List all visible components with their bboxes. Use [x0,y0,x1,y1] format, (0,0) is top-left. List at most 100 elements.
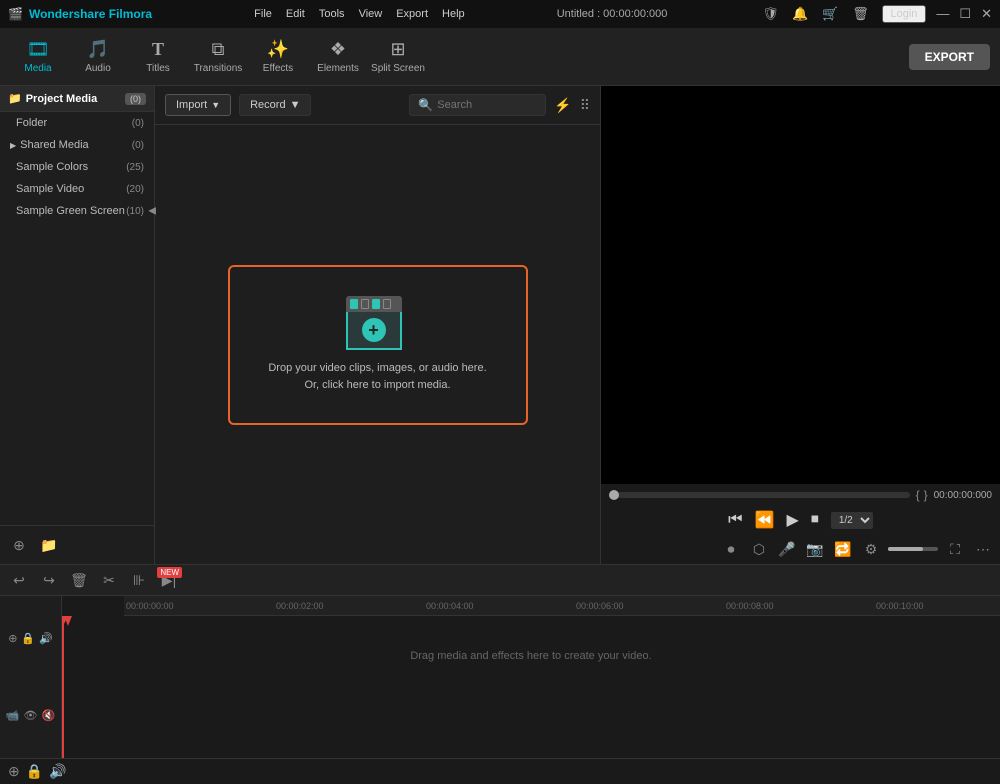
video-track-icon[interactable]: 📹 [6,709,20,722]
shared-media-label: ▶ Shared Media [10,139,89,151]
toolbar: 🎞 Media 🎵 Audio T Titles ⧉ Transitions ✨… [0,28,1000,86]
title-bar: 🎬 Wondershare Filmora File Edit Tools Vi… [0,0,1000,28]
media-icon: 🎞 [27,39,50,60]
tool-transitions-label: Transitions [194,63,243,74]
window-controls: — ☐ ✕ [936,6,992,22]
timeline-toolbar: ↩ ↪ 🗑 ✂ ⊪ ▶| NEW [0,565,1000,596]
clapperboard-icon: + [346,296,410,348]
tool-transitions[interactable]: ⧉ Transitions [190,32,246,82]
main-area: 📁 Project Media (0) Folder (0) ▶ Shared … [0,86,1000,564]
menu-file[interactable]: File [254,8,272,20]
maximize-button[interactable]: ☐ [959,6,971,22]
playback-controls: ⏮ ⏪ ▶ ⏹ 1/2 1 2 [601,506,1000,534]
volume-fill [888,547,923,551]
redo-button[interactable]: ↪ [38,569,60,591]
sidebar-item-shared-media[interactable]: ▶ Shared Media (0) [0,134,154,156]
chevron-right-icon: ▶ [10,141,16,150]
cut-button[interactable]: ✂ [98,569,120,591]
in-point-button[interactable]: { [916,488,920,502]
play-button[interactable]: ▶ [787,510,799,530]
login-button[interactable]: Login [882,5,927,23]
preview-panel: { } 00:00:00:000 ⏮ ⏪ ▶ ⏹ 1/2 1 2 ⏺ ⬡ 🎤 📷… [600,86,1000,564]
effects-icon: ✨ [267,39,289,60]
split-screen-icon: ⊞ [390,39,405,60]
out-point-button[interactable]: } [924,488,928,502]
snapshot-icon[interactable]: 📷 [804,538,826,560]
audio-track-icon[interactable]: 🔊 [39,632,53,645]
progress-handle[interactable] [609,490,619,500]
more-options-icon[interactable]: ⋯ [972,538,994,560]
split-button[interactable]: ⊪ [128,569,150,591]
header-icons: 🛡 🔔 🛒 🗑 [760,3,872,25]
search-input[interactable] [437,99,537,111]
menu-edit[interactable]: Edit [286,8,305,20]
sidebar-item-folder[interactable]: Folder (0) [0,112,154,134]
effects-btn[interactable]: ▶| NEW [158,569,180,591]
track-area: Drag media and effects here to create yo… [62,616,1000,758]
ruler-mark-4: 00:00:08:00 [726,601,774,611]
progress-bar[interactable] [609,492,910,498]
eye-track-icon[interactable]: 👁 [24,709,38,722]
speed-selector[interactable]: 1/2 1 2 [831,512,873,529]
tool-titles-label: Titles [146,63,170,74]
skip-back-button[interactable]: ⏮ [728,511,742,529]
import-folder-icon[interactable]: 📁 [38,534,60,556]
audio-mixer-button[interactable]: 🔊 [49,763,66,780]
settings-icon[interactable]: ⚙ [860,538,882,560]
notification-icon[interactable]: 🔔 [790,3,812,25]
folder-count: (0) [132,118,144,129]
time-markers: { } [916,488,928,502]
lock-track-icon[interactable]: 🔒 [21,632,35,645]
menu-view[interactable]: View [359,8,383,20]
sample-green-screen-count: (10) [126,206,144,217]
close-button[interactable]: ✕ [981,6,992,22]
tool-effects[interactable]: ✨ Effects [250,32,306,82]
undo-button[interactable]: ↩ [8,569,30,591]
tool-elements-label: Elements [317,63,359,74]
clapper-stripe-1 [350,299,358,309]
add-video-track-button[interactable]: ⊕ [8,763,20,780]
filter-icon[interactable]: ⚡ [554,97,571,114]
mic-icon[interactable]: 🎤 [776,538,798,560]
frame-back-button[interactable]: ⏪ [755,510,775,530]
tool-split-screen[interactable]: ⊞ Split Screen [370,32,426,82]
mute-track-icon[interactable]: 🔇 [41,709,55,722]
minimize-button[interactable]: — [936,6,949,22]
menu-export[interactable]: Export [396,8,428,20]
tool-media[interactable]: 🎞 Media [10,32,66,82]
tool-titles[interactable]: T Titles [130,32,186,82]
delete-button[interactable]: 🗑 [68,569,90,591]
import-button[interactable]: Import ▼ [165,94,231,116]
tool-elements[interactable]: ❖ Elements [310,32,366,82]
add-folder-icon[interactable]: ⊕ [8,534,30,556]
cart-icon[interactable]: 🛒 [820,3,842,25]
trash-icon[interactable]: 🗑 [850,3,872,25]
track-controls: ⊕ 🔒 🔊 📹 👁 🔇 [0,596,62,758]
add-media-icon: + [362,318,386,342]
crop-icon[interactable]: ⬡ [748,538,770,560]
menu-help[interactable]: Help [442,8,465,20]
drop-zone-inner[interactable]: + Drop your video clips, images, or audi… [228,265,528,425]
sidebar-item-sample-green-screen[interactable]: Sample Green Screen (10) ◀ [0,200,154,222]
clapper-stripe-3 [372,299,380,309]
sidebar-item-sample-video[interactable]: Sample Video (20) [0,178,154,200]
record-ctrl-icon[interactable]: ⏺ [720,538,742,560]
fullscreen-icon[interactable]: ⛶ [944,538,966,560]
transitions-icon: ⧉ [212,39,225,60]
export-button[interactable]: EXPORT [909,44,990,70]
playhead [62,616,64,758]
sidebar-item-sample-colors[interactable]: Sample Colors (25) [0,156,154,178]
loop-icon[interactable]: 🔁 [832,538,854,560]
menu-tools[interactable]: Tools [319,8,345,20]
add-track-icon[interactable]: ⊕ [8,632,17,645]
grid-icon[interactable]: ⠿ [580,97,590,114]
volume-slider[interactable] [888,547,938,551]
shield-icon[interactable]: 🛡 [760,3,782,25]
drop-zone[interactable]: + Drop your video clips, images, or audi… [171,141,584,548]
project-media-label: Project Media [26,93,98,105]
tool-audio[interactable]: 🎵 Audio [70,32,126,82]
tool-media-label: Media [24,63,51,74]
stop-button[interactable]: ⏹ [811,511,819,529]
add-audio-track-button[interactable]: 🔒 [26,763,43,780]
record-button[interactable]: Record ▼ [239,94,311,116]
